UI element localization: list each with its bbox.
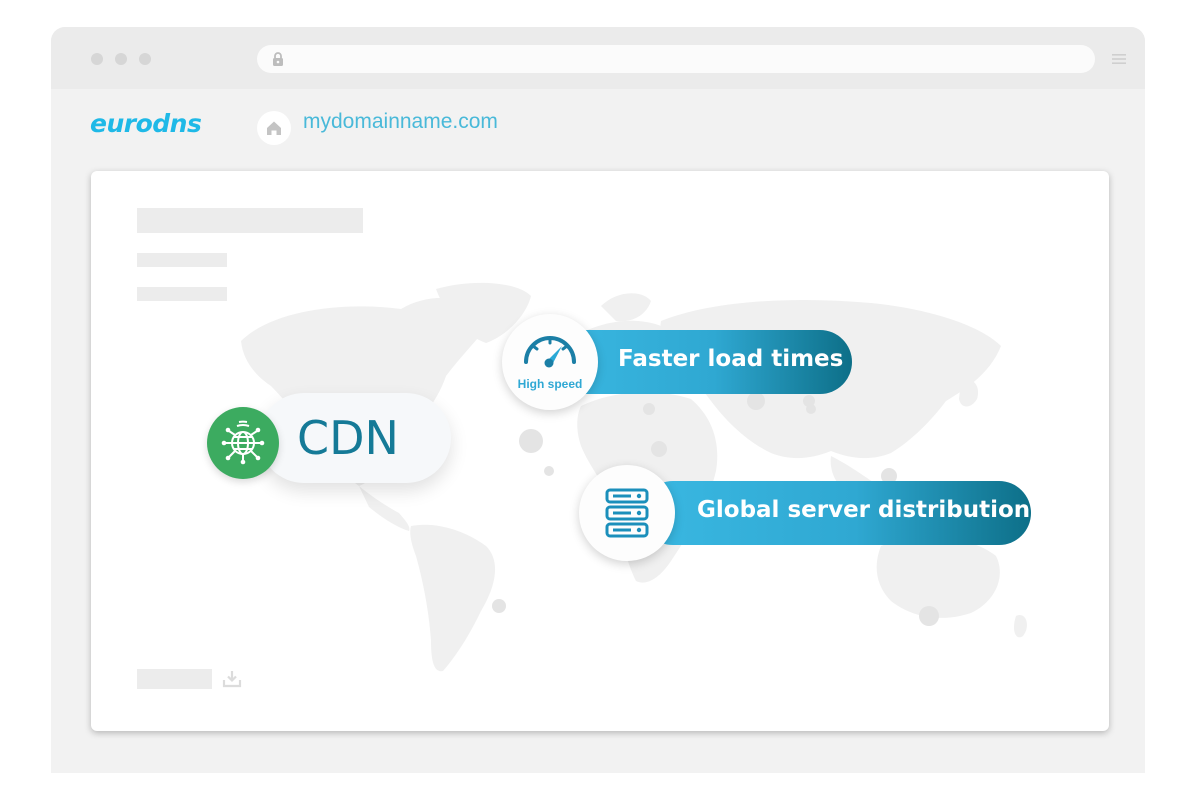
home-button[interactable] bbox=[257, 111, 291, 145]
brand-logo[interactable]: eurodns bbox=[90, 109, 202, 138]
title-placeholder bbox=[137, 208, 363, 233]
speed-badge-label: High speed bbox=[517, 377, 583, 391]
browser-titlebar bbox=[51, 27, 1145, 89]
site-domain[interactable]: mydomainname.com bbox=[303, 110, 498, 134]
page-content-card: Faster load times High speed Global serv… bbox=[91, 171, 1109, 731]
window-dot-icon[interactable] bbox=[115, 53, 127, 65]
window-dot-icon[interactable] bbox=[139, 53, 151, 65]
window-dot-icon[interactable] bbox=[91, 53, 103, 65]
text-placeholder bbox=[137, 287, 227, 301]
faster-load-times-label: Faster load times bbox=[618, 346, 844, 372]
hamburger-menu-icon[interactable] bbox=[1111, 52, 1127, 66]
servers-badge bbox=[579, 465, 675, 561]
home-icon bbox=[267, 121, 281, 135]
globe-network-icon bbox=[221, 420, 265, 465]
lock-icon bbox=[273, 52, 283, 66]
button-placeholder[interactable] bbox=[137, 669, 212, 689]
global-server-distribution-pill[interactable]: Global server distribution bbox=[641, 481, 1031, 545]
cdn-label: CDN bbox=[297, 411, 399, 465]
text-placeholder bbox=[137, 253, 227, 267]
address-bar[interactable] bbox=[257, 45, 1095, 73]
cdn-badge bbox=[207, 407, 279, 479]
server-stack-icon bbox=[605, 488, 649, 538]
speed-badge: High speed bbox=[502, 314, 598, 410]
global-server-distribution-label: Global server distribution bbox=[697, 497, 1031, 523]
server-location-marker bbox=[519, 429, 543, 453]
speedometer-icon bbox=[524, 336, 576, 368]
browser-window: eurodns mydomainname.com Faster load tim… bbox=[51, 27, 1145, 773]
